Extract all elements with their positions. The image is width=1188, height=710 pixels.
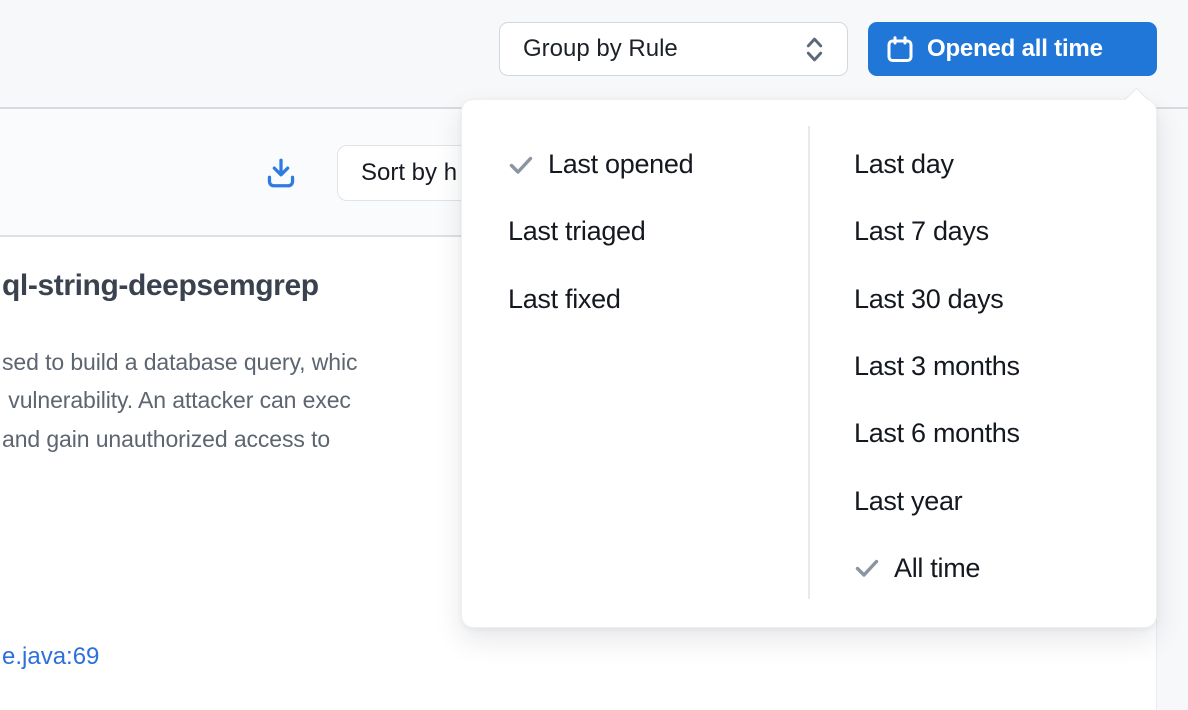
menu-item-label: Last triaged: [508, 216, 646, 247]
download-icon: [264, 156, 298, 190]
menu-item[interactable]: Last 30 days: [809, 266, 1158, 333]
select-stepper-icon: [804, 34, 825, 65]
calendar-icon: [886, 35, 914, 64]
group-by-select[interactable]: Group by Rule: [499, 22, 848, 76]
group-by-select-value: Group by Rule: [523, 35, 678, 63]
menu-item-label: All time: [894, 553, 980, 584]
menu-item-label: Last year: [854, 486, 962, 517]
finding-description-line: sed to build a database query, whic: [2, 343, 357, 381]
menu-item[interactable]: All time: [809, 535, 1158, 602]
app-canvas: Group by Rule Opened all time: [0, 0, 1188, 710]
menu-item-label: Last fixed: [508, 284, 621, 315]
check-icon: [508, 152, 534, 178]
menu-item-label: Last opened: [548, 149, 693, 180]
menu-item-label: Last 3 months: [854, 351, 1020, 382]
menu-item[interactable]: Last year: [809, 467, 1158, 534]
menu-item[interactable]: Last opened: [462, 131, 809, 198]
menu-item[interactable]: Last 3 months: [809, 333, 1158, 400]
finding-title: ql-string-deepsemgrep: [2, 269, 319, 303]
menu-item[interactable]: Last triaged: [462, 198, 809, 265]
sort-button-label: Sort by h: [361, 159, 457, 187]
check-icon: [854, 555, 880, 581]
menu-item-label: Last 7 days: [854, 216, 989, 247]
menu-item[interactable]: Last fixed: [462, 266, 809, 333]
finding-description: sed to build a database query, whic vuln…: [2, 343, 357, 458]
date-filter-button-label: Opened all time: [927, 35, 1103, 63]
menu-item[interactable]: Last 7 days: [809, 198, 1158, 265]
menu-item-label: Last 30 days: [854, 284, 1004, 315]
menu-item[interactable]: Last 6 months: [809, 400, 1158, 467]
sort-options-column: Last opened Last triaged Last fixed: [462, 131, 809, 333]
time-options-column: Last day Last 7 days Last 30 days Last 3…: [809, 131, 1158, 602]
file-link[interactable]: e.java:69: [2, 643, 99, 671]
menu-item-label: Last day: [854, 149, 954, 180]
menu-item-label: Last 6 months: [854, 418, 1020, 449]
date-filter-button[interactable]: Opened all time: [868, 22, 1157, 76]
menu-item[interactable]: Last day: [809, 131, 1158, 198]
download-button[interactable]: [263, 155, 299, 191]
date-filter-dropdown: Last opened Last triaged Last fixed Last…: [461, 99, 1157, 628]
finding-description-line: and gain unauthorized access to: [2, 420, 357, 458]
finding-description-line: vulnerability. An attacker can exec: [2, 381, 357, 419]
top-header: Group by Rule Opened all time: [0, 0, 1188, 109]
